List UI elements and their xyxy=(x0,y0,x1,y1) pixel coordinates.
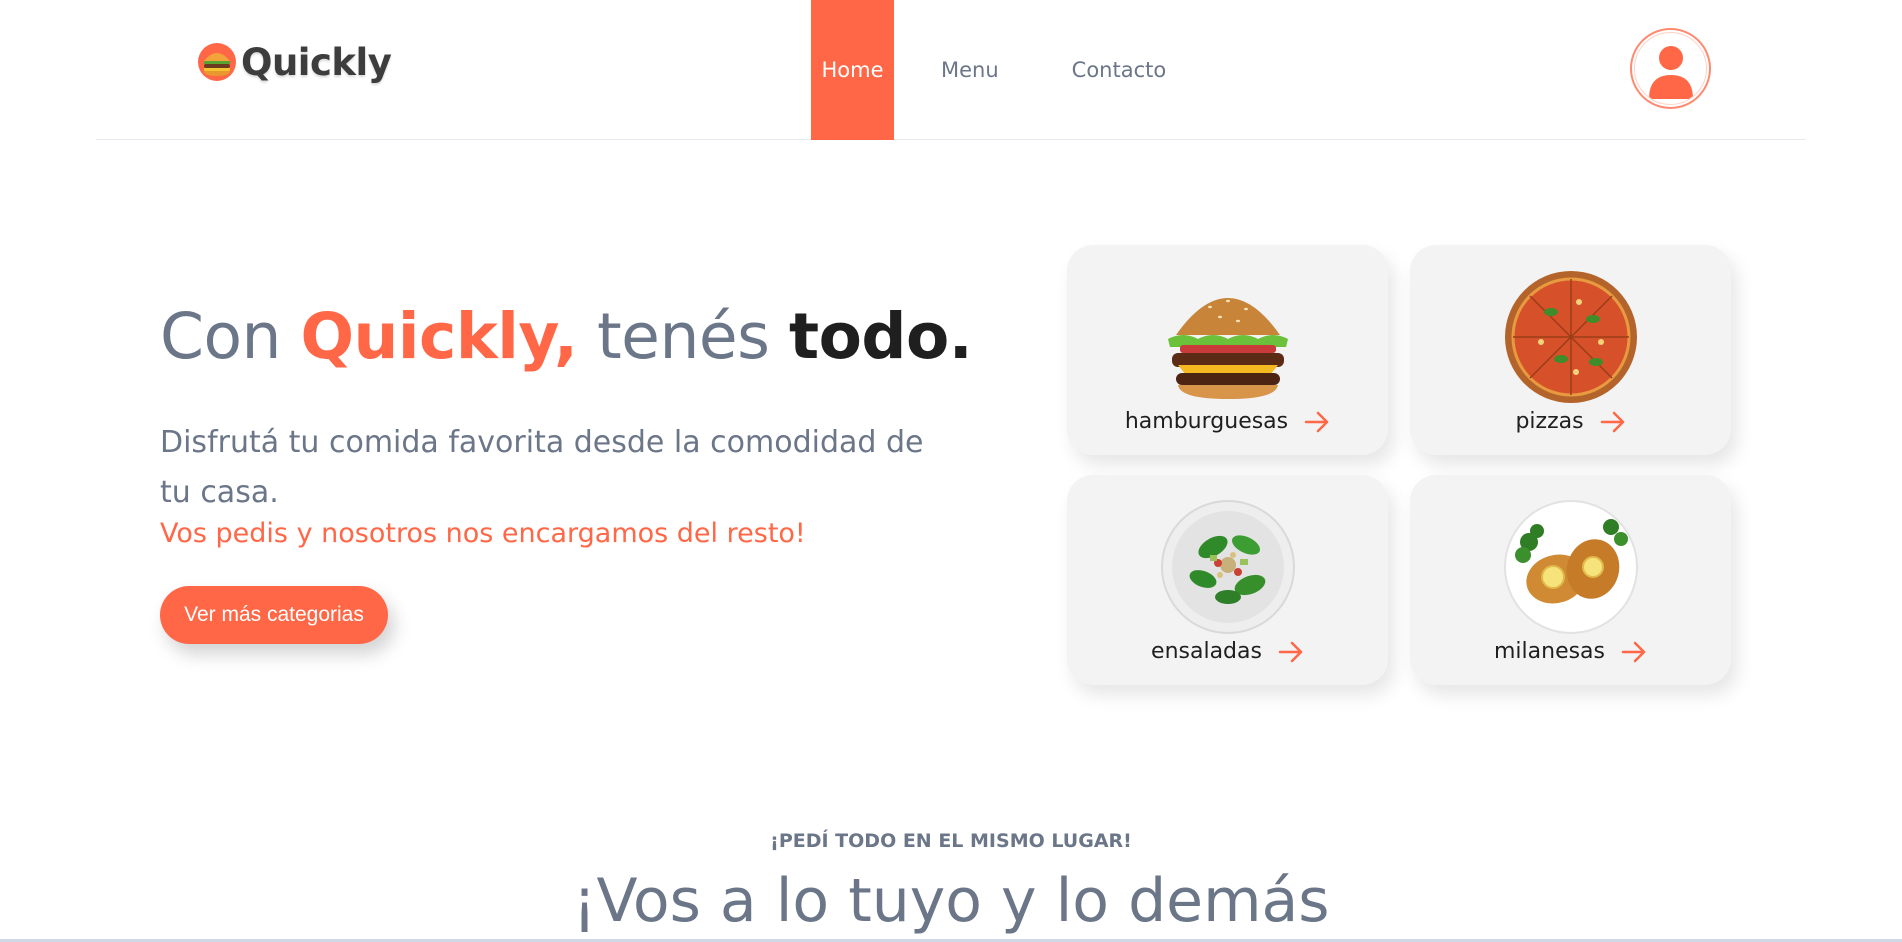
section-title: ¡Vos a lo tuyo y lo demás xyxy=(572,866,1330,936)
hero-title-brand: Quickly, xyxy=(300,300,578,373)
category-label: pizzas xyxy=(1515,409,1584,434)
arrow-right-icon xyxy=(1304,411,1329,432)
category-card-pizzas[interactable]: pizzas xyxy=(1410,245,1731,455)
profile-button[interactable] xyxy=(1630,28,1711,109)
section-kicker: ¡PEDÍ TODO EN EL MISMO LUGAR! xyxy=(770,830,1132,852)
nav-menu[interactable]: Menu xyxy=(941,0,999,140)
logo[interactable]: Quickly xyxy=(197,40,392,84)
hero-description: Disfrutá tu comida favorita desde la com… xyxy=(160,425,924,510)
see-more-categories-button[interactable]: Ver más categorias xyxy=(160,586,388,644)
category-card-hamburguesas[interactable]: hamburguesas xyxy=(1067,245,1388,455)
nav-home[interactable]: Home xyxy=(811,0,894,140)
hero-subtext: Vos pedis y nosotros nos encargamos del … xyxy=(160,518,806,549)
category-card-milanesas[interactable]: milanesas xyxy=(1410,475,1731,685)
arrow-right-icon xyxy=(1600,411,1624,432)
pizza-image xyxy=(1501,267,1641,407)
hero-title-part1: Con xyxy=(160,300,301,373)
hero-title: Con Quickly, tenés todo. xyxy=(160,300,973,373)
nav-contacto[interactable]: Contacto xyxy=(1072,0,1167,140)
logo-text: Quickly xyxy=(241,40,392,84)
burger-image xyxy=(1158,267,1298,407)
hero-title-bold: todo. xyxy=(788,300,973,373)
burger-logo-icon xyxy=(197,40,237,84)
category-label: ensaladas xyxy=(1151,639,1262,664)
salad-image xyxy=(1158,497,1298,637)
category-label: hamburguesas xyxy=(1124,409,1289,434)
arrow-right-icon xyxy=(1278,641,1303,662)
category-card-ensaladas[interactable]: ensaladas xyxy=(1067,475,1388,685)
user-icon xyxy=(1648,45,1693,99)
site-header: Quickly Home Menu Contacto xyxy=(96,0,1806,140)
category-label: milanesas xyxy=(1493,639,1606,664)
hero-title-part2: tenés xyxy=(577,300,789,373)
milanesa-image xyxy=(1501,497,1641,637)
main-nav: Home Menu Contacto xyxy=(811,0,1166,140)
arrow-right-icon xyxy=(1621,641,1646,662)
